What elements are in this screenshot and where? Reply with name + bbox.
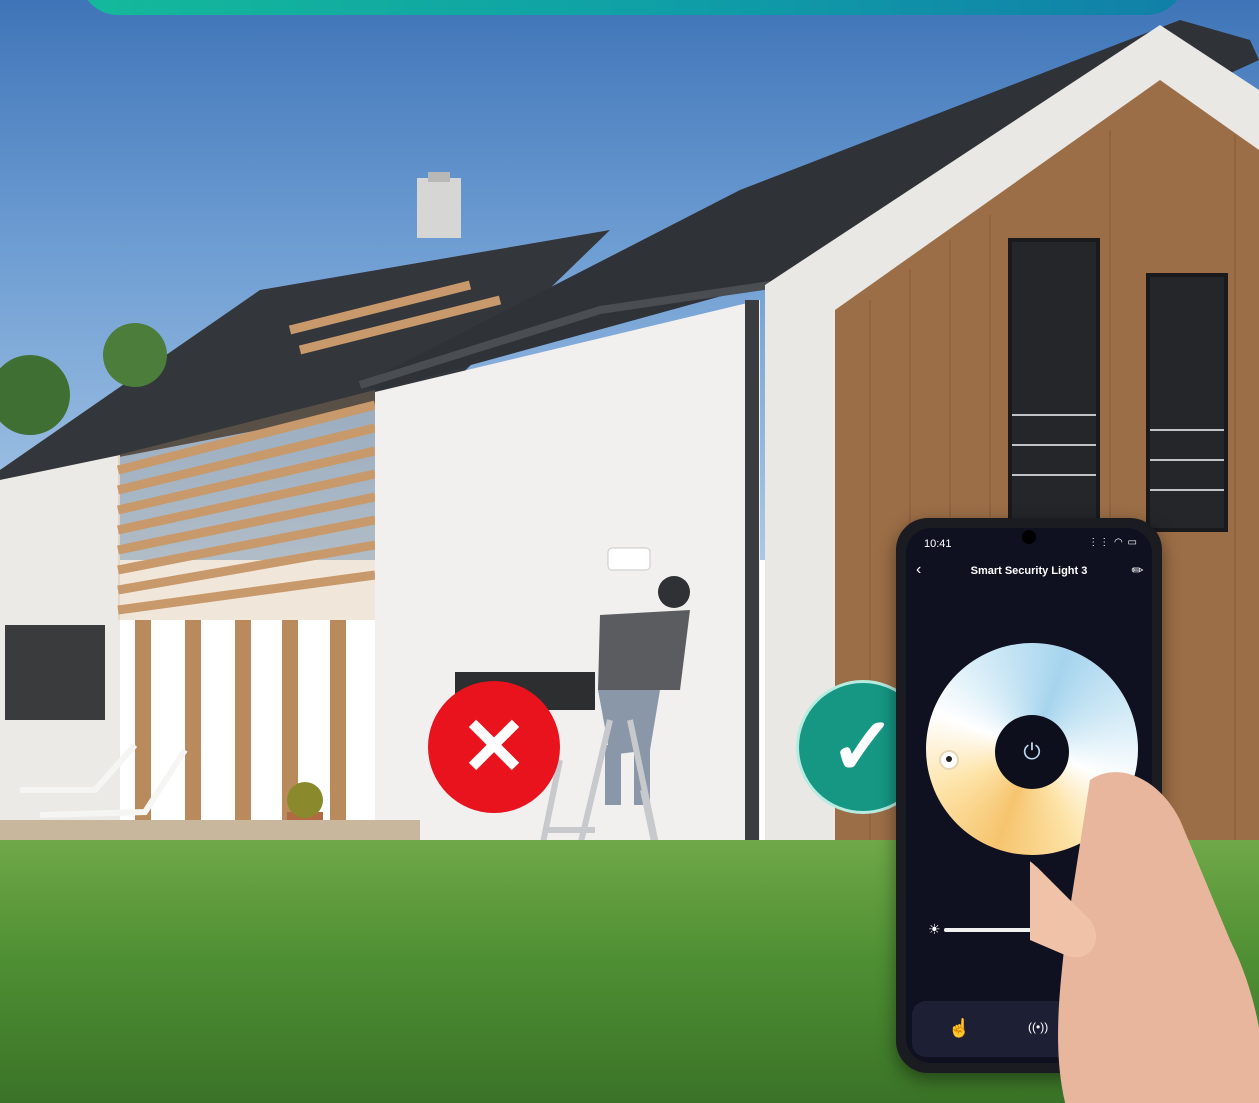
front-camera (1022, 530, 1036, 544)
color-picker-handle[interactable] (939, 750, 959, 770)
brightness-sun-icon: ☀ (928, 921, 941, 937)
hand-holding-phone (1030, 772, 1259, 1103)
left-window (5, 625, 105, 720)
chimney (417, 178, 461, 238)
product-scene: ✕ ✓ 10:41 ⋮⋮ ◠ ▭ ‹ Smart Security Light … (0, 0, 1259, 1103)
security-light-fixture (607, 547, 651, 571)
wrong-marker-icon: ✕ (428, 681, 560, 813)
tab-manual-icon[interactable]: ☝ (948, 1018, 970, 1039)
status-icons: ⋮⋮ ◠ ▭ (1088, 537, 1138, 548)
gable-window-2 (1146, 273, 1228, 532)
gable-window-1 (1008, 238, 1100, 532)
edit-pencil-icon[interactable]: ✎ (1128, 560, 1148, 580)
main-wall (375, 300, 760, 910)
app-title: Smart Security Light 3 (970, 565, 1088, 577)
brightness-slider-fill (944, 928, 1034, 932)
status-time: 10:41 (924, 538, 952, 550)
downpipe (745, 300, 759, 912)
